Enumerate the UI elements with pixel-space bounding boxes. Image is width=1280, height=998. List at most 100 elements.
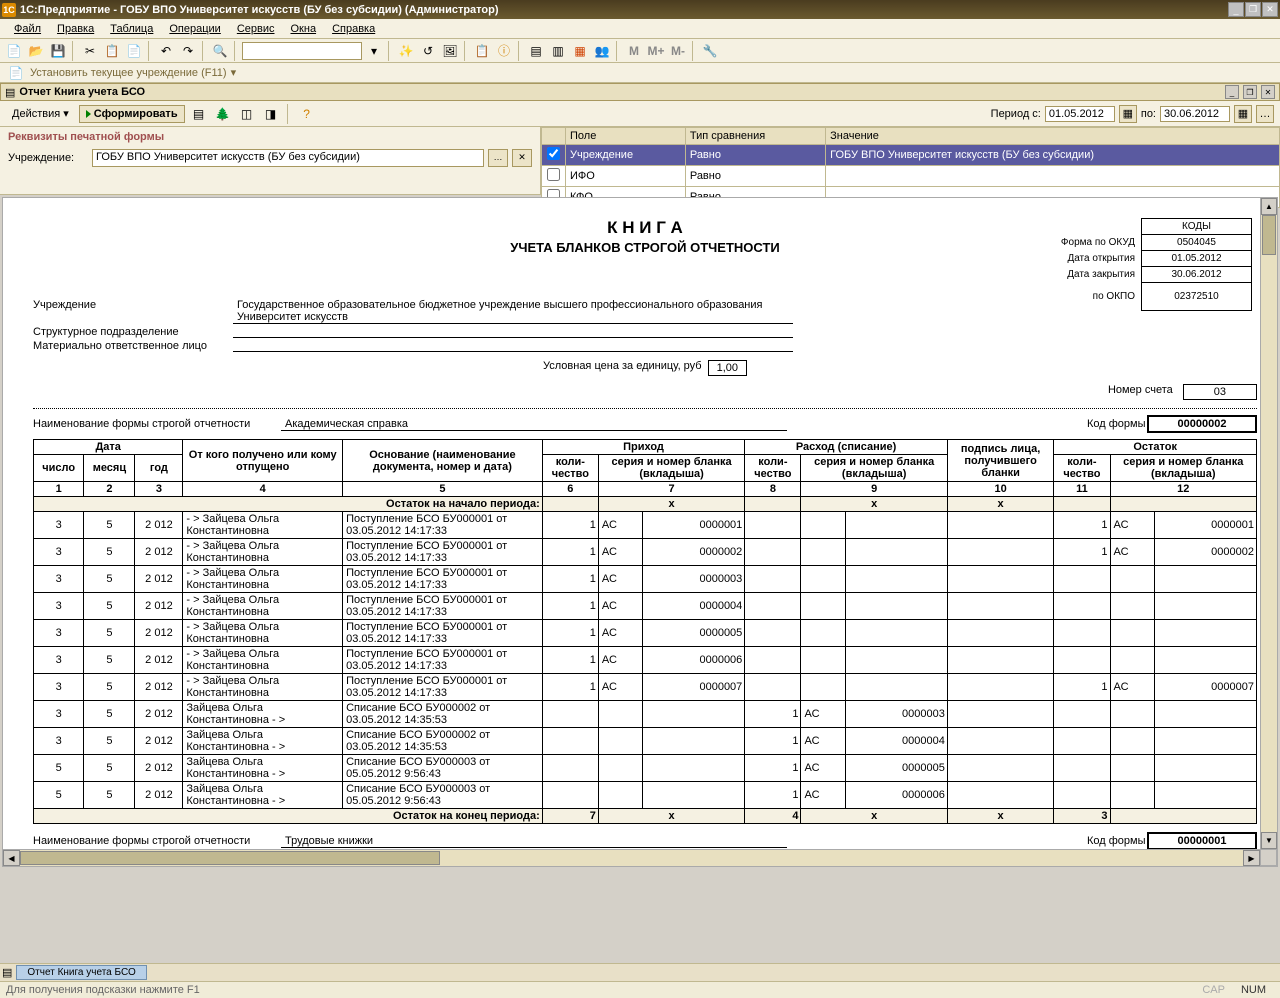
redo-icon[interactable]: ↷ [178, 41, 198, 61]
status-hint: Для получения подсказки нажмите F1 [6, 984, 1194, 996]
params-header: Реквизиты печатной формы [8, 131, 532, 143]
wrench-icon[interactable]: 🔧 [700, 41, 720, 61]
date-from-input[interactable]: 01.05.2012 [1045, 106, 1115, 122]
calendar-icon[interactable]: ▦ [1119, 105, 1137, 123]
find-icon[interactable]: 🔍 [210, 41, 230, 61]
settings-icon[interactable]: ▤ [189, 104, 209, 124]
table-row[interactable]: 352 012- > Зайцева Ольга КонстантиновнаП… [34, 512, 1257, 539]
table-row[interactable]: 552 012Зайцева Ольга Константиновна - >С… [34, 782, 1257, 809]
menu-table[interactable]: Таблица [104, 21, 159, 37]
copy-icon[interactable]: 📋 [102, 41, 122, 61]
org-input[interactable]: ГОБУ ВПО Университет искусств (БУ без су… [92, 149, 484, 167]
table-row[interactable]: 352 012Зайцева Ольга Константиновна - >С… [34, 728, 1257, 755]
toolbar-combo[interactable] [242, 42, 362, 60]
tool-icon[interactable]: ▦ [570, 41, 590, 61]
page-icon[interactable]: 📄 [6, 63, 26, 83]
main-toolbar: 📄 📂 💾 ✂ 📋 📄 ↶ ↷ 🔍 ▾ ✨ ↺ 🖼 📋 ⓘ ▤ ▥ ▦ 👥 M … [0, 39, 1280, 63]
paste-icon[interactable]: 📄 [124, 41, 144, 61]
cut-icon[interactable]: ✂ [80, 41, 100, 61]
close-button[interactable]: ✕ [1262, 2, 1278, 17]
undo-icon[interactable]: ↶ [156, 41, 176, 61]
table-row[interactable]: 352 012- > Зайцева Ольга КонстантиновнаП… [34, 674, 1257, 701]
menu-help[interactable]: Справка [326, 21, 381, 37]
tool-icon[interactable]: ▤ [526, 41, 546, 61]
date-to-input[interactable]: 30.06.2012 [1160, 106, 1230, 122]
maximize-button[interactable]: ❐ [1245, 2, 1261, 17]
table-row[interactable]: 352 012- > Зайцева Ольга КонстантиновнаП… [34, 620, 1257, 647]
task-tab[interactable]: Отчет Книга учета БСО [16, 965, 146, 980]
window-taskbar: ▤ Отчет Книга учета БСО [0, 963, 1280, 981]
actions-menu[interactable]: Действия ▾ [6, 105, 75, 122]
window-title: 1С:Предприятие - ГОБУ ВПО Университет ис… [20, 4, 1228, 16]
tool-icon[interactable]: 📋 [472, 41, 492, 61]
col-field: Поле [566, 128, 686, 145]
col-check [542, 128, 566, 145]
tool-icon[interactable]: ✨ [396, 41, 416, 61]
table-row[interactable]: 552 012Зайцева Ольга Константиновна - >С… [34, 755, 1257, 782]
tool-icon[interactable]: ◨ [261, 104, 281, 124]
dropdown-icon[interactable]: ▾ [364, 41, 384, 61]
scroll-thumb[interactable] [1262, 215, 1276, 255]
m-minus-icon[interactable]: M- [668, 41, 688, 61]
scroll-right-icon[interactable]: ▶ [1243, 850, 1260, 866]
filter-row[interactable]: УчреждениеРавноГОБУ ВПО Университет иску… [542, 145, 1280, 166]
tool-icon[interactable]: ◫ [237, 104, 257, 124]
play-icon [86, 110, 91, 118]
window-titlebar: 1C 1С:Предприятие - ГОБУ ВПО Университет… [0, 0, 1280, 19]
col-val: Значение [826, 128, 1280, 145]
select-button[interactable]: … [488, 149, 508, 167]
tool-icon[interactable]: 👥 [592, 41, 612, 61]
calendar-icon[interactable]: ▦ [1234, 105, 1252, 123]
scroll-left-icon[interactable]: ◀ [3, 850, 20, 866]
minimize-button[interactable]: _ [1228, 2, 1244, 17]
new-icon[interactable]: 📄 [4, 41, 24, 61]
sub-minimize-button[interactable]: _ [1225, 85, 1239, 99]
table-row[interactable]: 352 012- > Зайцева Ольга КонстантиновнаП… [34, 647, 1257, 674]
tree-icon[interactable]: 🌲 [213, 104, 233, 124]
menu-operations[interactable]: Операции [163, 21, 226, 37]
table-row[interactable]: 352 012- > Зайцева Ольга КонстантиновнаП… [34, 539, 1257, 566]
dropdown-icon[interactable]: ▾ [231, 66, 237, 79]
scroll-up-icon[interactable]: ▲ [1261, 198, 1277, 215]
price-label: Условная цена за единицу, руб [543, 360, 702, 376]
table-row[interactable]: 352 012Зайцева Ольга Константиновна - >С… [34, 701, 1257, 728]
menu-edit[interactable]: Правка [51, 21, 100, 37]
scroll-thumb[interactable] [20, 851, 440, 865]
help-icon[interactable]: ? [297, 104, 317, 124]
params-panel: Реквизиты печатной формы Учреждение: ГОБ… [0, 127, 1280, 195]
generate-button[interactable]: Сформировать [79, 105, 185, 123]
subwindow-caption: Отчет Книга учета БСО [19, 86, 1221, 98]
menu-windows[interactable]: Окна [285, 21, 323, 37]
m-icon[interactable]: M [624, 41, 644, 61]
subwindow-title: ▤ Отчет Книга учета БСО _ ❐ ✕ [0, 83, 1280, 101]
tool-icon[interactable]: 🖼 [440, 41, 460, 61]
scroll-down-icon[interactable]: ▼ [1261, 832, 1277, 849]
report-icon: ▤ [5, 86, 15, 99]
hscrollbar[interactable]: ◀ ▶ [3, 849, 1260, 866]
scroll-corner [1260, 849, 1277, 866]
set-org-label[interactable]: Установить текущее учреждение (F11) [30, 67, 227, 79]
save-icon[interactable]: 💾 [48, 41, 68, 61]
status-bar: Для получения подсказки нажмите F1 CAP N… [0, 981, 1280, 998]
app-logo-icon: 1C [2, 3, 16, 17]
table-row[interactable]: 352 012- > Зайцева Ольга КонстантиновнаП… [34, 593, 1257, 620]
menu-file[interactable]: Файл [8, 21, 47, 37]
menu-service[interactable]: Сервис [231, 21, 281, 37]
sub-close-button[interactable]: ✕ [1261, 85, 1275, 99]
table-row[interactable]: 352 012- > Зайцева Ольга КонстантиновнаП… [34, 566, 1257, 593]
filter-checkbox[interactable] [547, 147, 560, 160]
filter-row[interactable]: ИФОРавно [542, 166, 1280, 187]
vscrollbar[interactable]: ▲ ▼ [1260, 198, 1277, 849]
tool-icon[interactable]: ↺ [418, 41, 438, 61]
list-icon[interactable]: ▤ [2, 966, 12, 979]
period-select-button[interactable]: … [1256, 105, 1274, 123]
price-value: 1,00 [708, 360, 747, 376]
filter-checkbox[interactable] [547, 168, 560, 181]
open-icon[interactable]: 📂 [26, 41, 46, 61]
info-icon[interactable]: ⓘ [494, 41, 514, 61]
sub-restore-button[interactable]: ❐ [1243, 85, 1257, 99]
clear-button[interactable]: ✕ [512, 149, 532, 167]
m-plus-icon[interactable]: M+ [646, 41, 666, 61]
col-cmp: Тип сравнения [685, 128, 825, 145]
tool-icon[interactable]: ▥ [548, 41, 568, 61]
